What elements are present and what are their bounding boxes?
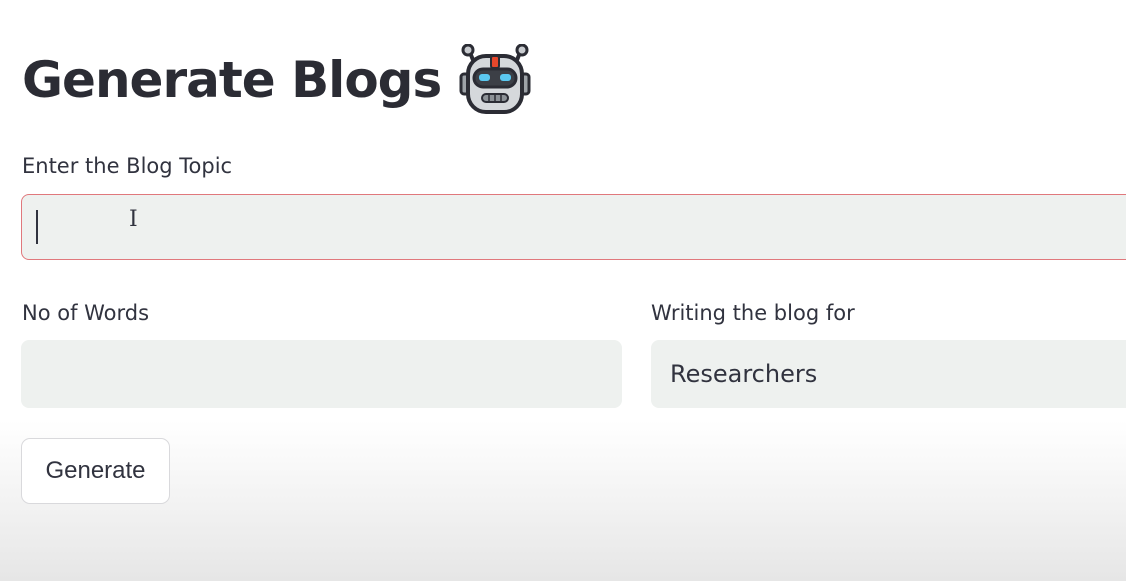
page-header: Generate Blogs [22, 44, 531, 116]
word-count-input[interactable] [21, 340, 622, 408]
blog-topic-label: Enter the Blog Topic [22, 154, 233, 178]
robot-icon [459, 44, 531, 114]
audience-selected-value: Researchers [670, 360, 818, 388]
word-count-label: No of Words [22, 301, 150, 325]
audience-select[interactable]: Researchers [651, 340, 1126, 408]
text-caret [36, 210, 38, 244]
audience-label: Writing the blog for [651, 301, 855, 325]
blog-topic-input[interactable]: I [21, 194, 1126, 260]
generate-button[interactable]: Generate [21, 438, 170, 504]
page-title: Generate Blogs [22, 51, 442, 109]
text-cursor-icon: I [129, 207, 138, 232]
